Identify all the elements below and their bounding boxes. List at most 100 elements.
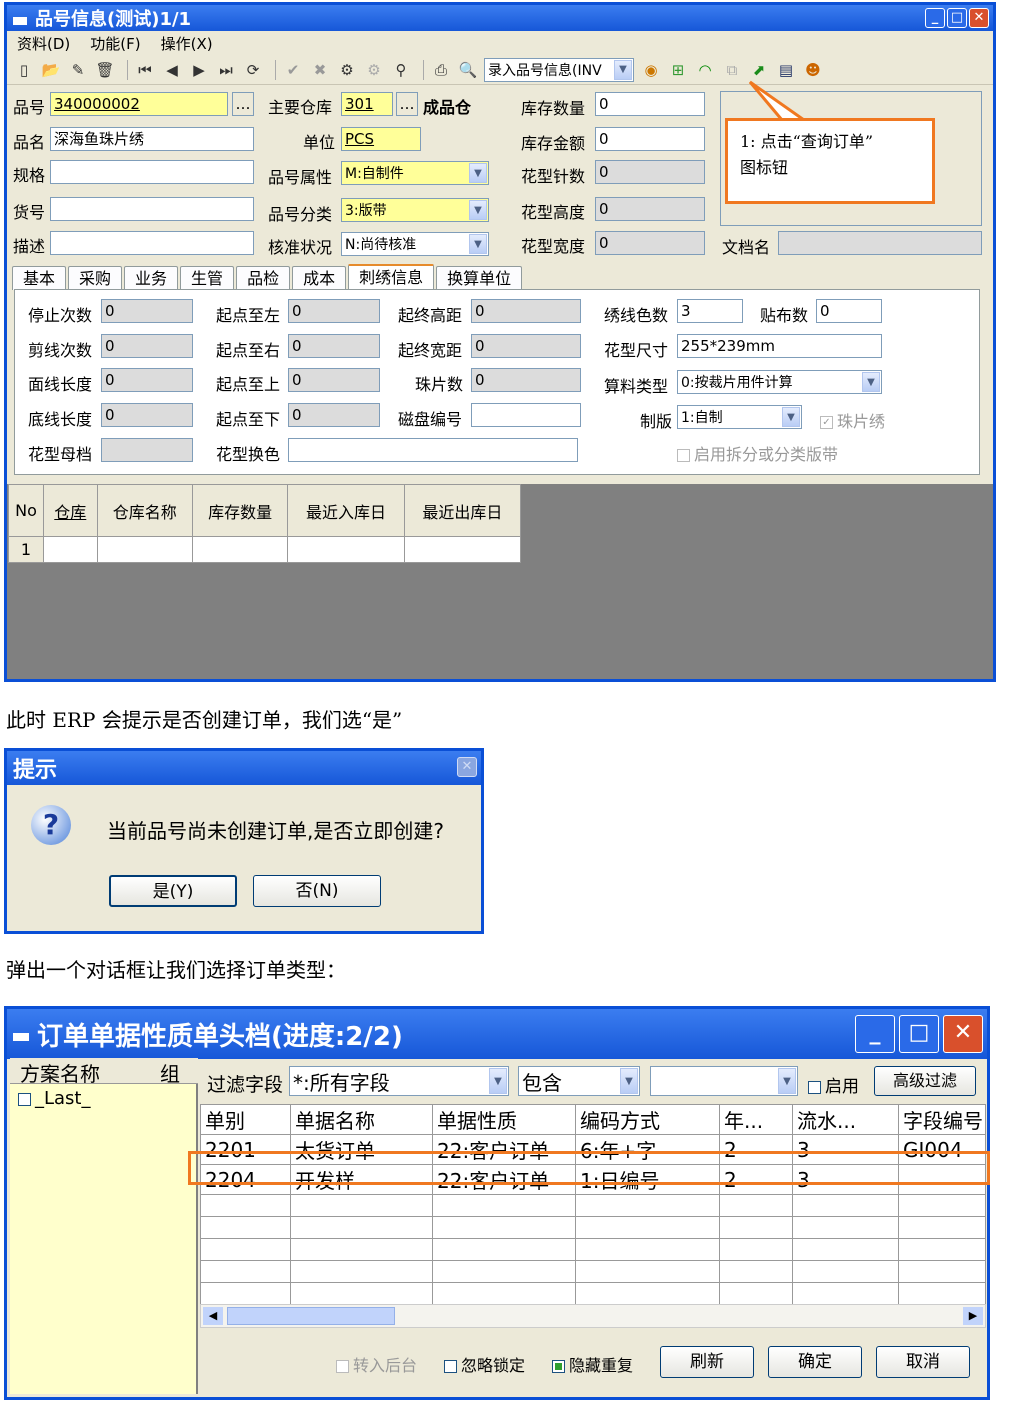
goods-no-field[interactable] [50, 197, 254, 221]
emb-field[interactable]: 0 [471, 299, 581, 323]
checkbox-icon[interactable] [18, 1092, 31, 1106]
menu-operation[interactable]: 操作(X) [161, 33, 213, 54]
warehouse-lookup-button[interactable]: … [396, 92, 418, 116]
stock-amount-field[interactable]: 0 [595, 127, 705, 151]
scheme-name-header[interactable]: 方案名称 [20, 1058, 100, 1087]
tab-basic[interactable]: 基本 [12, 266, 67, 290]
prev-record-icon[interactable]: ◀ [161, 59, 183, 81]
chevron-down-icon[interactable]: ▼ [778, 1068, 796, 1094]
chevron-down-icon[interactable]: ▼ [614, 59, 632, 80]
pattern-width-field[interactable]: 0 [595, 231, 705, 255]
emb-field[interactable]: 0 [101, 299, 193, 323]
background-checkbox[interactable]: 转入后台 [336, 1352, 417, 1376]
col-header[interactable]: 单据名称 [290, 1104, 433, 1135]
horizontal-scrollbar[interactable]: ◀ ▶ [200, 1304, 986, 1328]
advanced-filter-button[interactable]: 高级过滤 [874, 1066, 976, 1096]
pattern-size-field[interactable]: 255*239mm [677, 334, 882, 358]
last-record-icon[interactable]: ⏭ [215, 59, 237, 81]
minimize-button[interactable]: _ [855, 1015, 895, 1053]
emb-field[interactable]: 0 [471, 334, 581, 358]
chevron-down-icon[interactable]: ▼ [620, 1068, 638, 1094]
copy-icon[interactable]: ⧉ [721, 59, 743, 81]
item-name-field[interactable]: 深海鱼珠片绣 [50, 127, 254, 151]
tab-production[interactable]: 生管 [180, 266, 235, 290]
plate-making-select[interactable]: 1:自制 ▼ [677, 405, 802, 429]
item-no-lookup-button[interactable]: … [232, 92, 254, 116]
emb-field[interactable]: 0 [101, 368, 193, 392]
table-cell[interactable] [43, 536, 98, 563]
palette-icon[interactable]: ◉ [640, 59, 662, 81]
emb-field[interactable] [101, 438, 193, 462]
col-header[interactable]: 单据性质 [432, 1104, 576, 1135]
menu-data[interactable]: 资料(D) [17, 33, 70, 54]
user-icon[interactable]: ☻ [802, 59, 824, 81]
title-bar[interactable]: 品号信息(测试)1/1 _ □ ✕ [7, 5, 993, 31]
group-header[interactable]: 组 [160, 1058, 180, 1087]
maximize-button[interactable]: □ [899, 1015, 939, 1053]
dialog-title-bar[interactable]: 提示 ✕ [7, 751, 481, 785]
wifi-icon[interactable]: ◠ [694, 59, 716, 81]
table-cell[interactable] [191, 536, 289, 563]
dialog-close-button[interactable]: ✕ [457, 757, 477, 777]
item-no-field[interactable]: 340000002 [50, 92, 228, 116]
chevron-down-icon[interactable]: ▼ [782, 407, 800, 427]
col-header[interactable]: 最近出库日 [403, 484, 522, 537]
chevron-down-icon[interactable]: ▼ [469, 163, 487, 183]
tab-quality[interactable]: 品检 [236, 266, 291, 290]
spec-field[interactable] [50, 160, 254, 184]
emb-field[interactable]: 0 [471, 368, 581, 392]
stitch-count-field[interactable]: 0 [595, 160, 705, 184]
split-plate-checkbox[interactable]: 启用拆分或分类版带 [677, 441, 838, 465]
desc-field[interactable] [50, 231, 254, 255]
pattern-height-field[interactable]: 0 [595, 197, 705, 221]
chevron-down-icon[interactable]: ▼ [862, 372, 880, 392]
col-header[interactable]: 流水... [792, 1104, 899, 1135]
tab-unit-conversion[interactable]: 换算单位 [436, 266, 523, 290]
unapprove-icon[interactable]: ⚙ [363, 59, 385, 81]
open-folder-icon[interactable]: 📂 [40, 59, 62, 81]
no-button[interactable]: 否(N) [253, 875, 381, 907]
col-header[interactable]: 仓库 [43, 484, 98, 537]
new-icon[interactable]: ▯ [13, 59, 35, 81]
emb-field[interactable]: 0 [288, 368, 380, 392]
tab-business[interactable]: 业务 [124, 266, 179, 290]
table-cell[interactable] [403, 536, 522, 563]
item-class-select[interactable]: 3:版带 ▼ [341, 198, 489, 222]
enable-checkbox[interactable]: 启用 [808, 1072, 859, 1097]
table-cell[interactable] [287, 536, 405, 563]
hide-duplicate-checkbox[interactable]: 隐藏重复 [552, 1352, 633, 1376]
close-button[interactable]: ✕ [943, 1015, 983, 1053]
minimize-button[interactable]: _ [925, 8, 945, 28]
cancel-icon[interactable]: ✖ [309, 59, 331, 81]
col-header[interactable]: 单别 [200, 1104, 291, 1135]
query-icon[interactable]: ⚲ [390, 59, 412, 81]
scroll-thumb[interactable] [227, 1307, 395, 1325]
refresh-icon[interactable]: ⟳ [242, 59, 264, 81]
approval-select[interactable]: N:尚待核准 ▼ [341, 232, 489, 256]
thread-colors-field[interactable]: 3 [677, 299, 743, 323]
emb-field[interactable]: 0 [101, 334, 193, 358]
preview-icon[interactable]: 🔍 [457, 59, 479, 81]
db-icon[interactable]: ▤ [775, 59, 797, 81]
emb-field[interactable]: 0 [288, 403, 380, 427]
sequin-checkbox[interactable]: ✓ 珠片绣 [820, 408, 885, 432]
filter-operator-select[interactable]: 包含 ▼ [518, 1066, 640, 1096]
maximize-button[interactable]: □ [947, 8, 967, 28]
filter-value-select[interactable]: ▼ [650, 1066, 798, 1096]
refresh-button[interactable]: 刷新 [660, 1346, 754, 1378]
material-calc-select[interactable]: 0:按裁片用件计算 ▼ [677, 370, 882, 394]
emb-field[interactable] [288, 438, 578, 462]
stock-qty-field[interactable]: 0 [595, 92, 705, 116]
chevron-down-icon[interactable]: ▼ [469, 200, 487, 220]
yes-button[interactable]: 是(Y) [109, 875, 237, 907]
col-header[interactable]: No [8, 484, 44, 537]
first-record-icon[interactable]: ⏮ [134, 59, 156, 81]
col-header[interactable]: 仓库名称 [96, 484, 193, 537]
tree-icon[interactable]: ⊞ [667, 59, 689, 81]
warehouse-field[interactable]: 301 [341, 92, 393, 116]
ok-button[interactable]: 确定 [768, 1346, 862, 1378]
delete-icon[interactable]: 🗑 [94, 59, 116, 81]
col-header[interactable]: 编码方式 [575, 1104, 720, 1135]
function-select[interactable]: 录入品号信息(INV ▼ [484, 57, 634, 82]
doc-name-field[interactable] [778, 231, 982, 255]
